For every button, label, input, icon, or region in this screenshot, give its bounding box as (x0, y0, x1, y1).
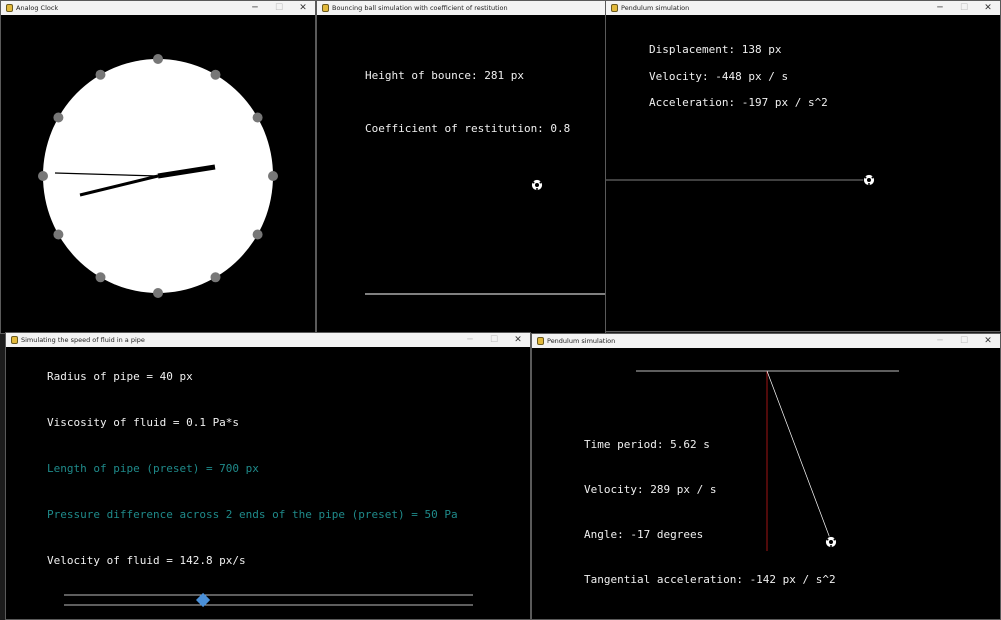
window-title: Bouncing ball simulation with coefficien… (332, 4, 508, 12)
window-title: Pendulum simulation (621, 4, 690, 12)
hour-marker (210, 272, 221, 283)
hour-marker (268, 171, 278, 181)
minimize-button[interactable]: ─ (928, 334, 952, 348)
python-app-icon (611, 4, 618, 12)
bounce-canvas: Height of bounce: 281 px Coefficient of … (317, 15, 605, 333)
titlebar[interactable]: Pendulum simulation ─ ☐ ✕ (606, 1, 1000, 15)
minimize-button[interactable]: ─ (928, 1, 952, 15)
hour-marker (153, 54, 163, 64)
python-app-icon (322, 4, 329, 12)
pipe-drawing (64, 592, 473, 608)
hour-marker (53, 112, 64, 123)
titlebar[interactable]: Analog Clock ─ ☐ ✕ (1, 1, 315, 15)
python-app-icon (11, 336, 18, 344)
hour-marker (210, 69, 221, 80)
hour-marker (95, 272, 106, 283)
fluid-canvas: Radius of pipe = 40 px Viscosity of flui… (6, 347, 530, 619)
bouncing-ball-window: Bouncing ball simulation with coefficien… (316, 0, 606, 334)
window-title: Pendulum simulation (547, 337, 616, 345)
pendulum-window-top: Pendulum simulation ─ ☐ ✕ Displacement: 13… (605, 0, 1001, 332)
soccer-ball-icon (825, 536, 837, 548)
soccer-ball-icon (531, 179, 543, 191)
pendulum-canvas: Displacement: 138 px Velocity: -448 px /… (606, 15, 1000, 331)
hour-marker (252, 112, 263, 123)
pendulum-canvas: Time period: 5.62 s Velocity: 289 px / s… (532, 348, 1000, 619)
hour-marker (53, 229, 64, 240)
hour-marker (38, 171, 48, 181)
pendulum-drawing (606, 174, 875, 186)
hour-marker (153, 288, 163, 298)
analog-clock-window: Analog Clock ─ ☐ ✕ (0, 0, 316, 334)
minimize-button[interactable]: ─ (243, 1, 267, 15)
soccer-ball-icon (863, 174, 875, 186)
pendulum-string (766, 370, 832, 542)
maximize-button[interactable]: ☐ (267, 1, 291, 15)
bounce-drawing (365, 179, 605, 295)
maximize-button[interactable]: ☐ (952, 334, 976, 348)
pendulum-drawing (636, 370, 899, 551)
titlebar[interactable]: Simulating the speed of fluid in a pipe … (6, 333, 530, 347)
close-button[interactable]: ✕ (976, 334, 1000, 348)
clock-drawing (38, 54, 278, 298)
pendulum-window-bottom: Pendulum simulation ─ ☐ ✕ Time period: 5.6… (531, 333, 1001, 620)
close-button[interactable]: ✕ (976, 1, 1000, 15)
hour-marker (252, 229, 263, 240)
window-title: Analog Clock (16, 4, 59, 12)
minimize-button[interactable]: ─ (458, 333, 482, 347)
fluid-pipe-window: Simulating the speed of fluid in a pipe … (5, 332, 531, 620)
close-button[interactable]: ✕ (506, 333, 530, 347)
maximize-button[interactable]: ☐ (952, 1, 976, 15)
hour-marker (95, 69, 106, 80)
python-app-icon (537, 337, 544, 345)
titlebar[interactable]: Pendulum simulation ─ ☐ ✕ (532, 334, 1000, 348)
python-app-icon (6, 4, 13, 12)
clock-canvas (1, 15, 315, 333)
titlebar[interactable]: Bouncing ball simulation with coefficien… (317, 1, 605, 15)
window-title: Simulating the speed of fluid in a pipe (21, 336, 145, 344)
close-button[interactable]: ✕ (291, 1, 315, 15)
maximize-button[interactable]: ☐ (482, 333, 506, 347)
